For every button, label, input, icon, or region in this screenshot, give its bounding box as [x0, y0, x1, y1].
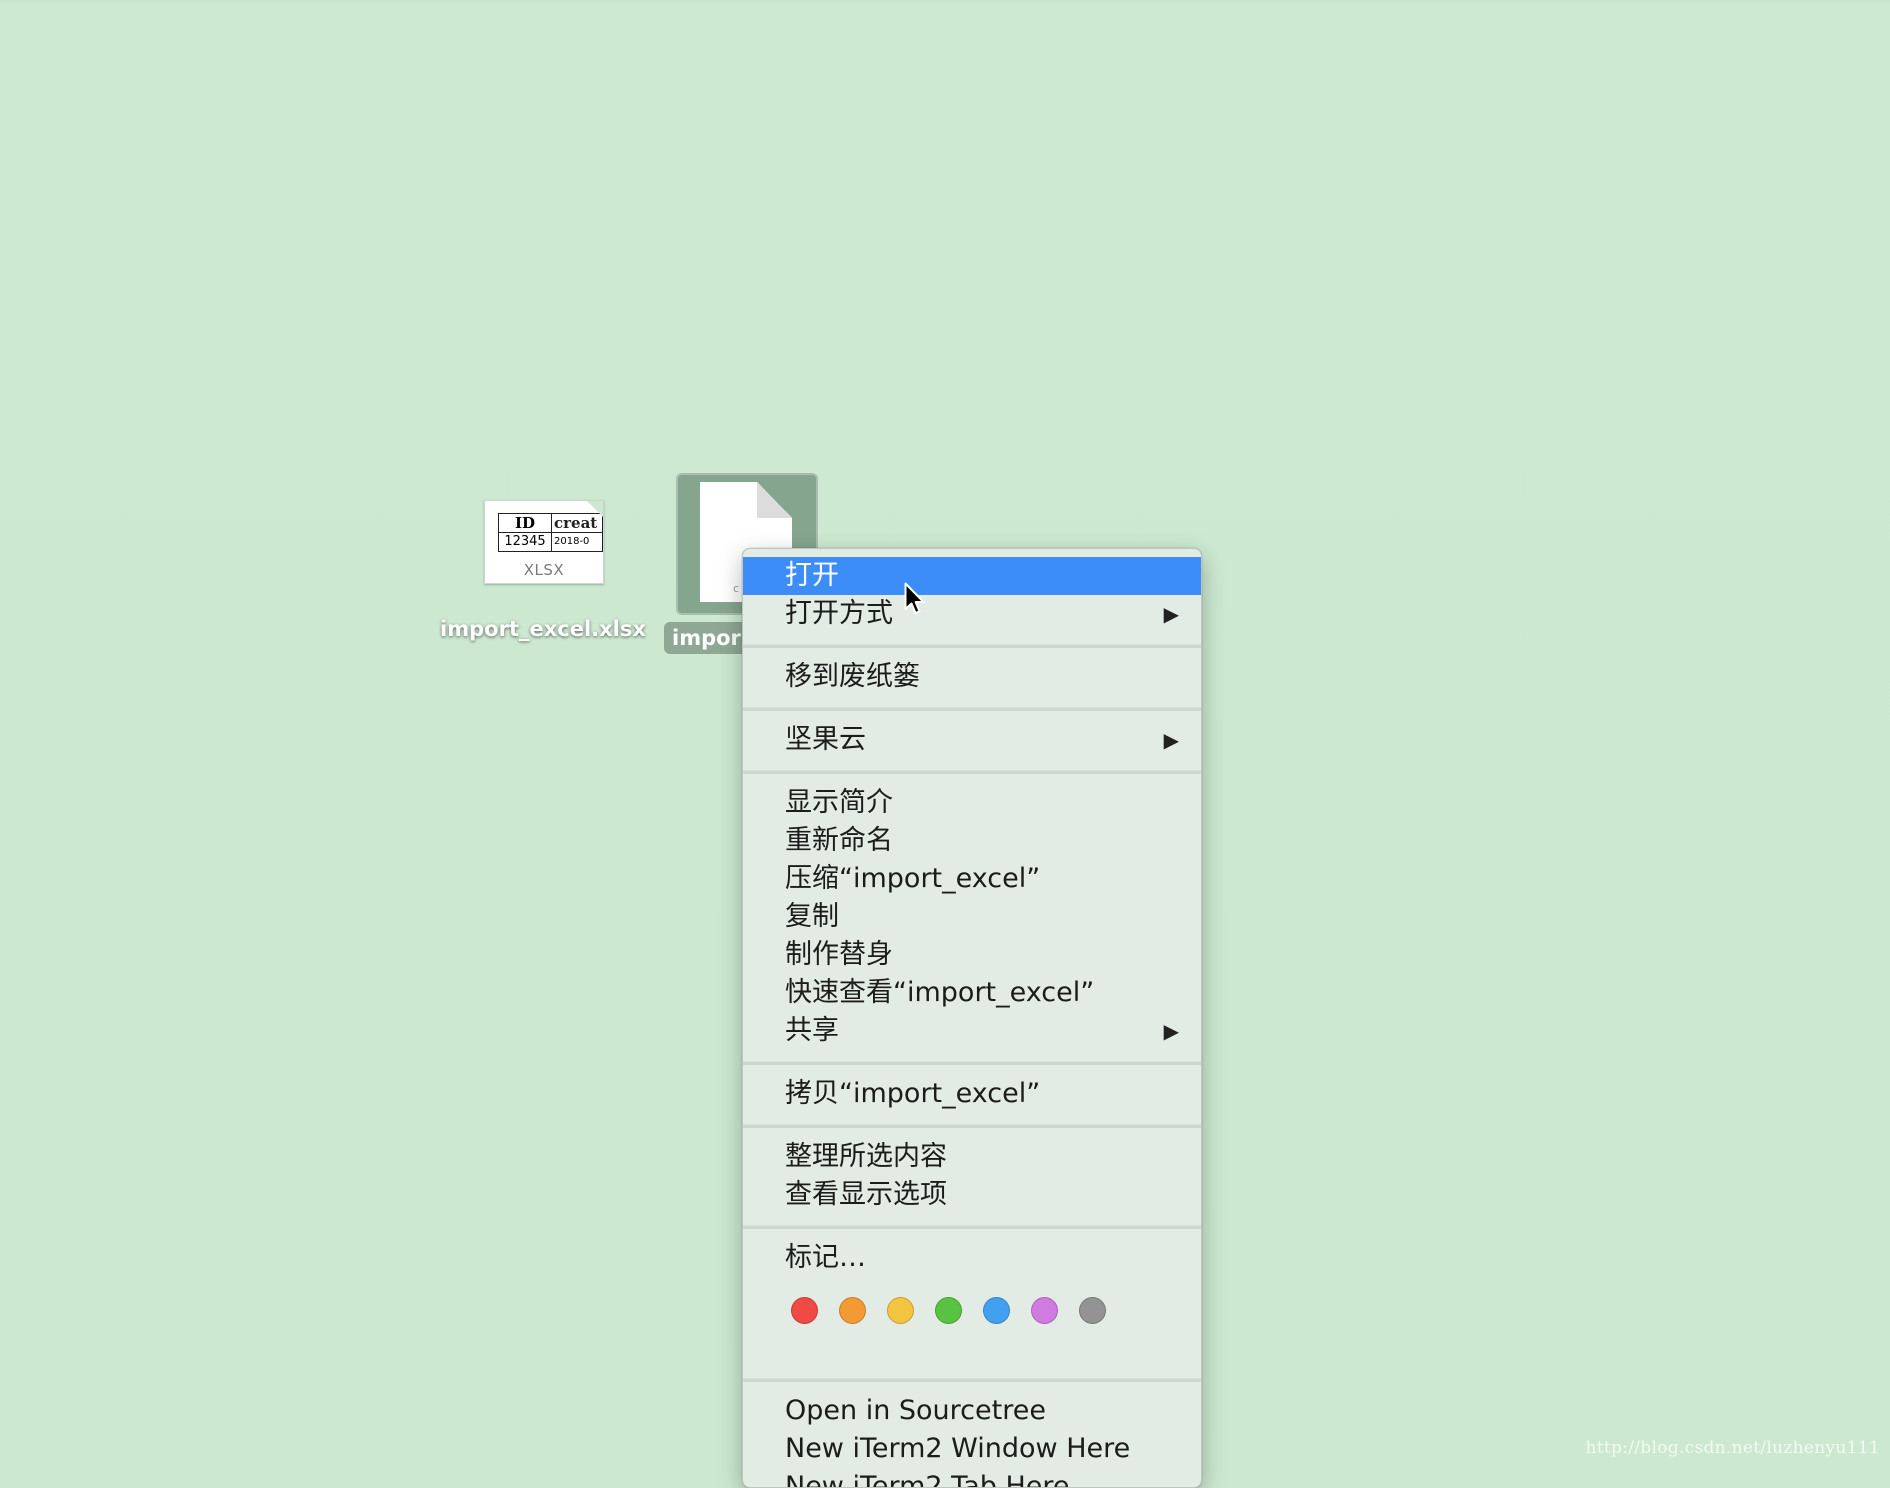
- menu-item-quick-look[interactable]: 快速查看“import_excel”: [743, 974, 1201, 1012]
- menu-item-make-alias[interactable]: 制作替身: [743, 936, 1201, 974]
- menu-item-tags[interactable]: 标记…: [743, 1239, 1201, 1277]
- menu-item-label: 打开: [785, 560, 839, 591]
- menu-item-get-info[interactable]: 显示简介: [743, 784, 1201, 822]
- menu-item-label: 制作替身: [785, 939, 893, 970]
- menu-item-compress[interactable]: 压缩“import_excel”: [743, 860, 1201, 898]
- menu-item-open-with[interactable]: 打开方式 ▶: [743, 595, 1201, 633]
- file-name-label[interactable]: import_excel.xlsx: [437, 617, 649, 641]
- menu-item-show-view-options[interactable]: 查看显示选项: [743, 1176, 1201, 1214]
- menu-item-label: 拷贝“import_excel”: [785, 1078, 1041, 1109]
- thumbnail-data-cell: 12345: [498, 532, 552, 552]
- menu-item-label: 整理所选内容: [785, 1141, 947, 1172]
- menu-separator: [743, 1124, 1201, 1128]
- menu-separator: [743, 1061, 1201, 1065]
- menu-item-duplicate[interactable]: 复制: [743, 898, 1201, 936]
- menu-item-label: 共享: [785, 1015, 839, 1046]
- menu-item-share[interactable]: 共享 ▶: [743, 1012, 1201, 1050]
- menu-separator: [743, 1378, 1201, 1382]
- menu-item-label: 显示简介: [785, 787, 893, 818]
- menu-separator: [743, 770, 1201, 774]
- menu-item-label: New iTerm2 Window Here: [785, 1433, 1131, 1464]
- page-fold: [586, 501, 603, 518]
- menu-item-label: 标记…: [785, 1242, 866, 1273]
- menu-item-jianguoyun[interactable]: 坚果云 ▶: [743, 721, 1201, 759]
- purple-tag[interactable]: [1031, 1297, 1058, 1324]
- gray-tag[interactable]: [1079, 1297, 1106, 1324]
- menu-item-label: 坚果云: [785, 724, 866, 755]
- page-fold: [757, 482, 792, 518]
- green-tag[interactable]: [935, 1297, 962, 1324]
- document-page-mark: c: [733, 582, 740, 595]
- menu-item-label: 压缩“import_excel”: [785, 863, 1041, 894]
- menu-item-label: 复制: [785, 901, 839, 932]
- menu-item-label: Open in Sourcetree: [785, 1395, 1046, 1426]
- blue-tag[interactable]: [983, 1297, 1010, 1324]
- red-tag[interactable]: [791, 1297, 818, 1324]
- menu-item-label: New iTerm2 Tab Here: [785, 1471, 1070, 1488]
- menu-item-label: 移到废纸篓: [785, 661, 920, 692]
- spreadsheet-thumbnail-icon: ID creat 12345 2018-0 XLSX: [484, 500, 604, 584]
- file-extension-badge: XLSX: [523, 561, 565, 579]
- menu-item-label: 打开方式: [785, 598, 893, 629]
- menu-item-open-in-sourcetree[interactable]: Open in Sourcetree: [743, 1392, 1201, 1430]
- menu-item-clean-up-selection[interactable]: 整理所选内容: [743, 1138, 1201, 1176]
- thumbnail-table: ID creat 12345 2018-0: [498, 513, 603, 552]
- menu-separator: [743, 1225, 1201, 1229]
- submenu-arrow-icon: ▶: [1163, 728, 1179, 752]
- menu-item-label: 查看显示选项: [785, 1179, 947, 1210]
- tag-color-row: [743, 1277, 1201, 1367]
- menu-separator: [743, 707, 1201, 711]
- mouse-pointer-icon: [904, 582, 925, 614]
- orange-tag[interactable]: [839, 1297, 866, 1324]
- menu-item-rename[interactable]: 重新命名: [743, 822, 1201, 860]
- menu-item-new-iterm2-window[interactable]: New iTerm2 Window Here: [743, 1430, 1201, 1468]
- submenu-arrow-icon: ▶: [1163, 1019, 1179, 1043]
- yellow-tag[interactable]: [887, 1297, 914, 1324]
- menu-item-copy[interactable]: 拷贝“import_excel”: [743, 1075, 1201, 1113]
- menu-item-open[interactable]: 打开: [743, 557, 1201, 595]
- menu-item-label: 重新命名: [785, 825, 893, 856]
- watermark: http://blog.csdn.net/luzhenyu111: [1585, 1438, 1880, 1458]
- context-menu: 打开 打开方式 ▶ 移到废纸篓 坚果云 ▶ 显示简介 重新命名 压缩“impor…: [742, 548, 1202, 1488]
- thumbnail-data-cell: 2018-0: [551, 532, 603, 552]
- file-icon-xlsx[interactable]: ID creat 12345 2018-0 XLSX import_excel.…: [437, 490, 649, 660]
- menu-item-new-iterm2-tab[interactable]: New iTerm2 Tab Here: [743, 1468, 1201, 1488]
- menu-separator: [743, 644, 1201, 648]
- menu-item-move-to-trash[interactable]: 移到废纸篓: [743, 658, 1201, 696]
- menu-item-label: 快速查看“import_excel”: [785, 977, 1095, 1008]
- submenu-arrow-icon: ▶: [1163, 602, 1179, 626]
- desktop-background[interactable]: ID creat 12345 2018-0 XLSX import_excel.…: [0, 0, 1890, 1488]
- thumbnail-header-cell: ID: [498, 513, 552, 533]
